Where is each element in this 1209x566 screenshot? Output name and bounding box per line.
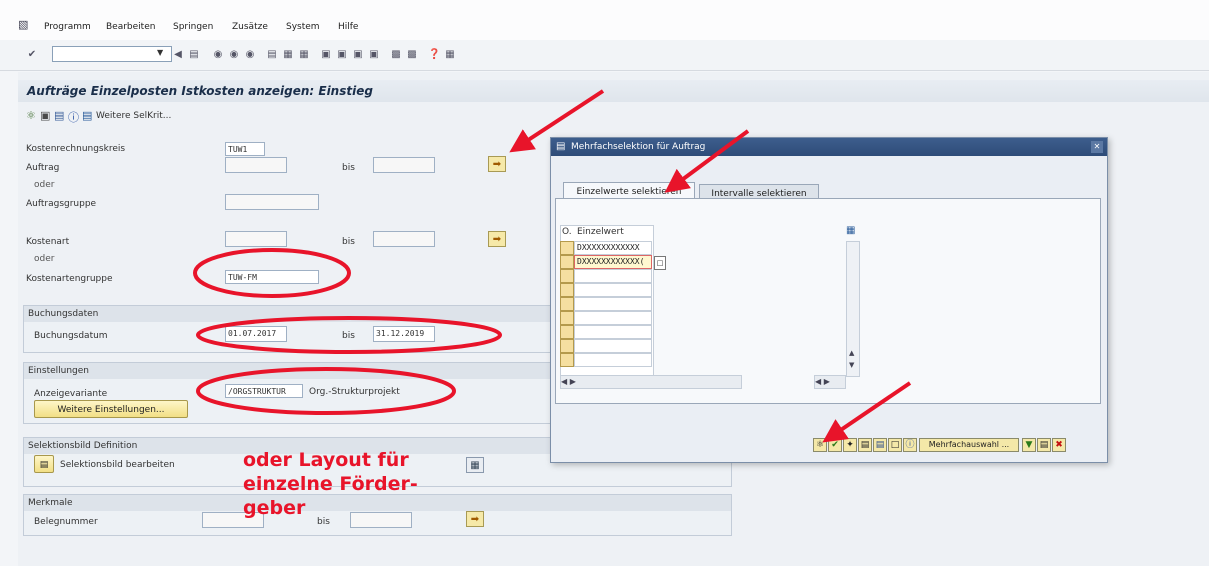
ellipse-kostenartengruppe <box>193 248 351 298</box>
ellipse-buchungsdatum <box>196 316 502 354</box>
arrow-tab <box>664 129 750 193</box>
arrow-multiselect <box>509 89 605 153</box>
annotation-overlay <box>193 89 912 443</box>
ellipse-anzeigevariante <box>196 367 456 415</box>
arrow-execute <box>822 381 912 443</box>
